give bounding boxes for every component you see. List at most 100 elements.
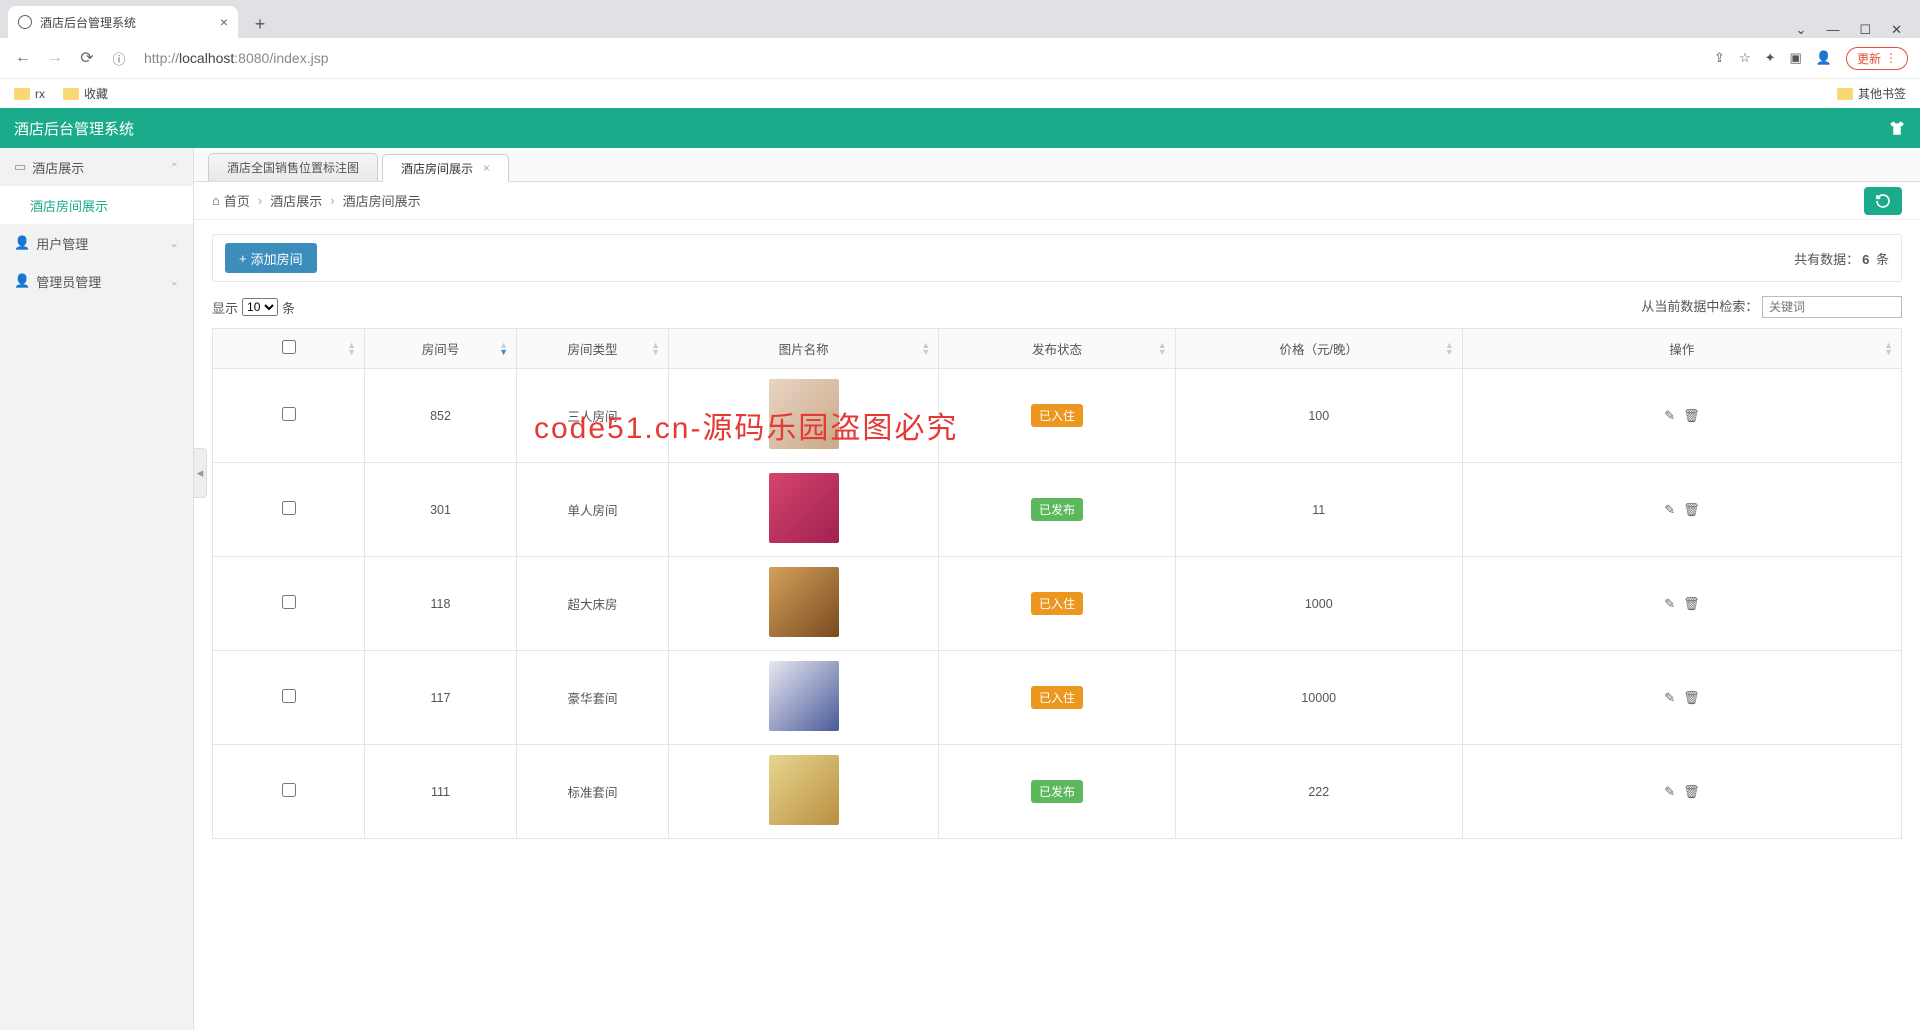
table-row: 111标准套间已发布222✎🗑 — [213, 745, 1902, 839]
cell-price: 100 — [1175, 369, 1462, 463]
row-checkbox[interactable] — [282, 407, 296, 421]
delete-icon[interactable]: 🗑 — [1683, 408, 1700, 423]
app-title: 酒店后台管理系统 — [14, 118, 134, 139]
sidebar-item-hotel-display[interactable]: ▭ 酒店展示 ⌃ — [0, 148, 193, 186]
col-room-type[interactable]: 房间类型▲▼ — [517, 329, 669, 369]
breadcrumb: ⌂ 首页 › 酒店展示 › 酒店房间展示 — [194, 182, 1920, 220]
select-all-checkbox[interactable] — [282, 340, 296, 354]
cell-status: 已入住 — [939, 651, 1175, 745]
folder-icon — [14, 88, 30, 100]
user-icon: 👤 — [14, 273, 30, 289]
add-room-button[interactable]: + 添加房间 — [225, 243, 317, 273]
edit-icon[interactable]: ✎ — [1664, 502, 1675, 517]
cell-image — [669, 651, 939, 745]
cell-status: 已入住 — [939, 369, 1175, 463]
sidebar-item-user-mgmt[interactable]: 👤 用户管理 ⌄ — [0, 224, 193, 262]
edit-icon[interactable]: ✎ — [1664, 596, 1675, 611]
bookmark-bar: rx 收藏 其他书签 — [0, 78, 1920, 108]
content-tabs: 酒店全国销售位置标注图 酒店房间展示 × — [194, 148, 1920, 182]
col-status[interactable]: 发布状态▲▼ — [939, 329, 1175, 369]
new-tab-button[interactable]: + — [246, 10, 274, 38]
table-row: 301单人房间已发布11✎🗑 — [213, 463, 1902, 557]
sidebar-collapse-handle[interactable]: ◂ — [193, 448, 207, 498]
cell-actions: ✎🗑 — [1462, 651, 1901, 745]
col-image[interactable]: 图片名称▲▼ — [669, 329, 939, 369]
bookmark-rx[interactable]: rx — [14, 87, 45, 101]
minimize-icon[interactable]: — — [1826, 22, 1839, 38]
update-button[interactable]: 更新 ⋮ — [1846, 47, 1908, 70]
window-controls: ⌄ — ☐ ✕ — [1796, 22, 1920, 38]
room-thumbnail[interactable] — [769, 379, 839, 449]
back-button[interactable]: ← — [12, 49, 34, 67]
col-actions[interactable]: 操作▲▼ — [1462, 329, 1901, 369]
table-header-row: ▲▼ 房间号▲▼ 房间类型▲▼ 图片名称▲▼ 发布状态▲▼ 价格（元/晚）▲▼ … — [213, 329, 1902, 369]
chevron-up-icon: ⌃ — [170, 161, 179, 174]
col-checkbox[interactable]: ▲▼ — [213, 329, 365, 369]
url-field[interactable]: http://localhost:8080/index.jsp — [140, 46, 1704, 70]
table-row: 117豪华套间已入住10000✎🗑 — [213, 651, 1902, 745]
room-thumbnail[interactable] — [769, 473, 839, 543]
extensions-icon[interactable]: ✦ — [1765, 50, 1776, 66]
tab-title: 酒店后台管理系统 — [40, 14, 136, 31]
col-room-no[interactable]: 房间号▲▼ — [365, 329, 517, 369]
forward-button[interactable]: → — [44, 49, 66, 67]
room-thumbnail[interactable] — [769, 567, 839, 637]
crumb-p1[interactable]: 酒店展示 — [270, 191, 322, 210]
cell-status: 已发布 — [939, 745, 1175, 839]
row-checkbox[interactable] — [282, 689, 296, 703]
cell-actions: ✎🗑 — [1462, 369, 1901, 463]
cell-image — [669, 557, 939, 651]
delete-icon[interactable]: 🗑 — [1683, 784, 1700, 799]
sidepanel-icon[interactable]: ▣ — [1790, 50, 1802, 66]
row-checkbox[interactable] — [282, 783, 296, 797]
table-row: 118超大床房已入住1000✎🗑 — [213, 557, 1902, 651]
profile-icon[interactable]: 👤 — [1816, 50, 1832, 66]
delete-icon[interactable]: 🗑 — [1683, 690, 1700, 705]
reload-button[interactable]: ⟳ — [76, 48, 98, 68]
close-tab-icon[interactable]: × — [220, 14, 228, 30]
delete-icon[interactable]: 🗑 — [1683, 502, 1700, 517]
close-window-icon[interactable]: ✕ — [1891, 22, 1902, 38]
bookmark-other[interactable]: 其他书签 — [1837, 85, 1906, 102]
edit-icon[interactable]: ✎ — [1664, 408, 1675, 423]
cell-actions: ✎🗑 — [1462, 557, 1901, 651]
cell-price: 11 — [1175, 463, 1462, 557]
theme-icon[interactable] — [1888, 119, 1906, 137]
info-icon[interactable]: ⓘ — [108, 49, 130, 68]
crumb-home[interactable]: 首页 — [224, 191, 250, 210]
row-checkbox[interactable] — [282, 595, 296, 609]
tab-room-display[interactable]: 酒店房间展示 × — [382, 154, 509, 182]
maximize-icon[interactable]: ☐ — [1859, 22, 1871, 38]
page-length-select[interactable]: 10 — [242, 298, 278, 316]
room-thumbnail[interactable] — [769, 661, 839, 731]
dropdown-icon[interactable]: ⌄ — [1796, 22, 1807, 38]
tab-sales-map[interactable]: 酒店全国销售位置标注图 — [208, 153, 378, 181]
folder-icon — [1837, 88, 1853, 100]
share-icon[interactable]: ⇪ — [1714, 50, 1725, 66]
total-info: 共有数据：6 条 — [1794, 249, 1889, 268]
refresh-button[interactable] — [1864, 187, 1902, 215]
edit-icon[interactable]: ✎ — [1664, 690, 1675, 705]
row-checkbox[interactable] — [282, 501, 296, 515]
browser-tab[interactable]: 酒店后台管理系统 × — [8, 6, 238, 38]
folder-icon — [63, 88, 79, 100]
cell-room-no: 118 — [365, 557, 517, 651]
col-price[interactable]: 价格（元/晚）▲▼ — [1175, 329, 1462, 369]
sidebar-item-admin-mgmt[interactable]: 👤 管理员管理 ⌄ — [0, 262, 193, 300]
bookmark-fav[interactable]: 收藏 — [63, 85, 108, 102]
app-header: 酒店后台管理系统 — [0, 108, 1920, 148]
sidebar-item-room-display[interactable]: 酒店房间展示 — [0, 186, 193, 224]
edit-icon[interactable]: ✎ — [1664, 784, 1675, 799]
search-input[interactable] — [1762, 296, 1902, 318]
room-thumbnail[interactable] — [769, 755, 839, 825]
close-tab-icon[interactable]: × — [483, 161, 490, 175]
browser-chrome: 酒店后台管理系统 × + ⌄ — ☐ ✕ ← → ⟳ ⓘ http://loca… — [0, 0, 1920, 108]
image-icon: ▭ — [14, 159, 26, 175]
cell-actions: ✎🗑 — [1462, 463, 1901, 557]
table-row: 852三人房间已入住100✎🗑 — [213, 369, 1902, 463]
delete-icon[interactable]: 🗑 — [1683, 596, 1700, 611]
cell-room-no: 301 — [365, 463, 517, 557]
cell-image — [669, 369, 939, 463]
star-icon[interactable]: ☆ — [1739, 50, 1751, 66]
chevron-down-icon: ⌄ — [170, 275, 179, 288]
